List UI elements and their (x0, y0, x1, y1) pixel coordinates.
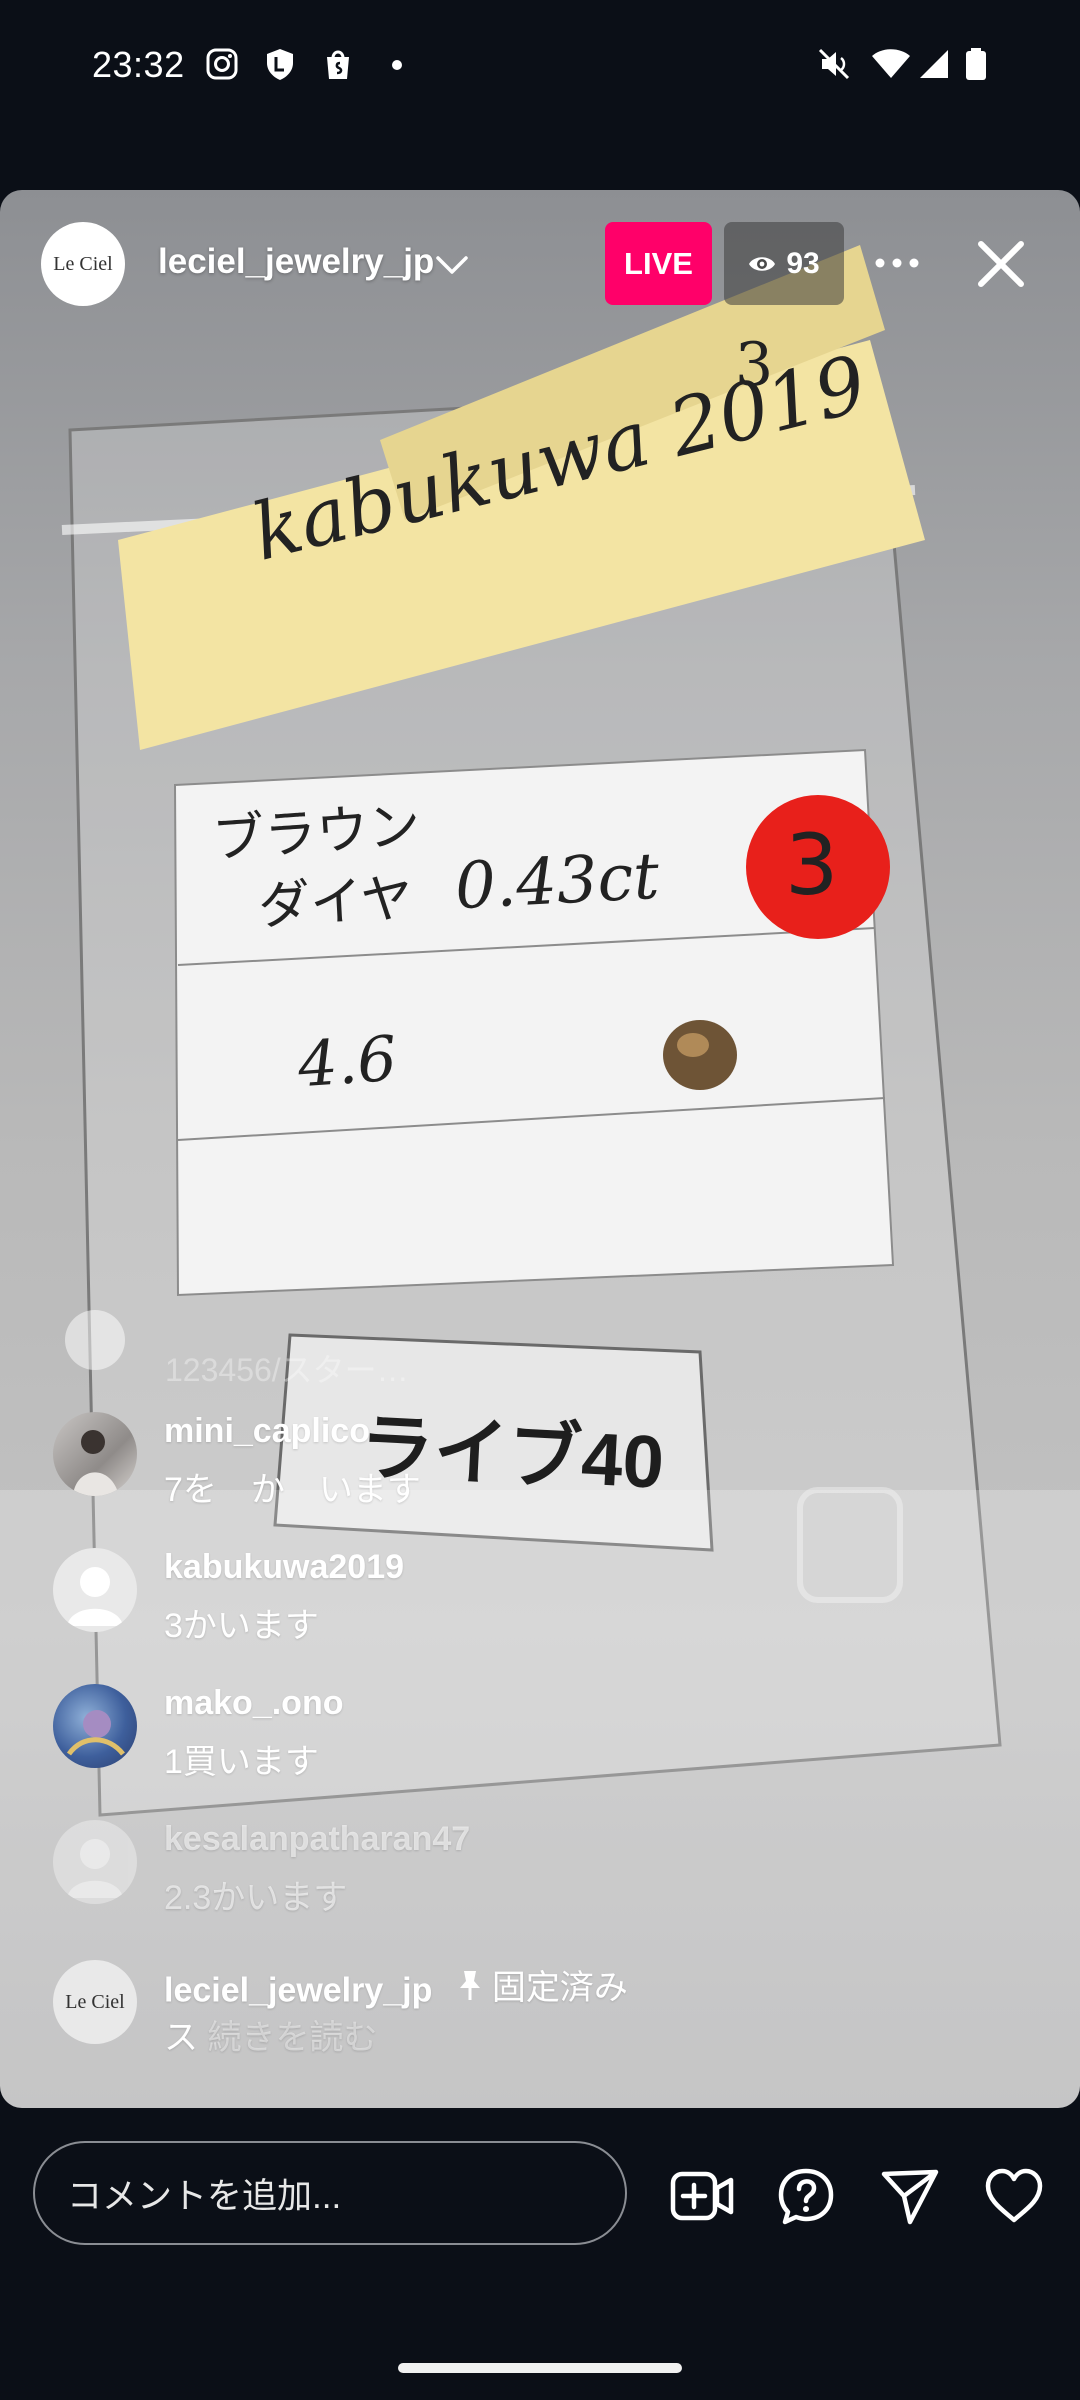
heart-icon[interactable] (984, 2166, 1044, 2226)
card-line-2: ダイヤ (256, 869, 415, 936)
default-avatar[interactable] (53, 1820, 137, 1904)
pinned-label-text: 固定済み (491, 1969, 628, 2007)
home-indicator[interactable] (398, 2363, 682, 2373)
host-logo-text: Le Ciel (53, 252, 113, 275)
comment-input-placeholder: コメントを追加... (67, 2176, 342, 2216)
default-avatar[interactable] (53, 1548, 137, 1632)
peeking-comment: 123456/スター… (165, 1352, 409, 1388)
viewer-count-badge[interactable]: 93 (724, 222, 844, 305)
comment-item[interactable]: kabukuwa2019 3かいます (53, 1548, 953, 1658)
comment-username[interactable]: kesalanpatharan47 (164, 1820, 470, 1859)
logo-avatar[interactable]: Le Ciel (53, 1960, 137, 2044)
photo-avatar[interactable] (53, 1684, 137, 1768)
shopping-bag-icon (327, 50, 349, 79)
pin-icon (459, 1970, 480, 2000)
shield-icon (267, 49, 293, 80)
comment-item[interactable]: mako_.ono 1買います (53, 1684, 953, 1794)
live-badge: LIVE (605, 222, 712, 305)
chevron-down-icon[interactable] (434, 250, 470, 280)
comment-item[interactable]: kesalanpatharan47 2.3かいます (53, 1820, 953, 1930)
comment-text: 3かいます (164, 1607, 319, 1645)
add-video-icon[interactable] (670, 2166, 734, 2226)
pinned-label: 固定済み (456, 1960, 628, 2009)
comment-username-text[interactable]: leciel_jewelry_jp (164, 1972, 432, 2010)
signal-icon (920, 50, 948, 78)
comment-text-body: ス (164, 2019, 198, 2057)
status-time: 23:32 (92, 44, 185, 85)
host-name[interactable]: leciel_jewelry_jp (158, 242, 434, 282)
host-logo-text: Le Ciel (65, 1990, 125, 2013)
comment-input[interactable]: コメントを追加... (33, 2141, 627, 2245)
notification-dot (392, 60, 402, 70)
comment-text: 7を か います (164, 1471, 421, 1509)
comment-text: ス 続きを読む (164, 2010, 377, 2059)
status-bar: 23:32 (0, 0, 1080, 135)
red-sticker-number: 3 (785, 816, 839, 914)
comment-text: 2.3かいます (164, 1879, 348, 1917)
close-icon[interactable] (975, 238, 1027, 290)
question-icon[interactable] (776, 2166, 836, 2226)
read-more-link[interactable]: 続きを読む (207, 2019, 377, 2057)
send-icon[interactable] (880, 2166, 940, 2226)
card-number: 4.6 (295, 1021, 400, 1102)
comment-username: leciel_jewelry_jp 固定済み (164, 1960, 628, 2011)
battery-icon (966, 48, 986, 80)
more-options-icon[interactable] (872, 245, 922, 281)
viewer-count: 93 (786, 246, 820, 280)
card-carat: 0.43ct (453, 839, 661, 925)
wifi-icon (872, 49, 910, 78)
instagram-icon (206, 48, 238, 80)
comment-username[interactable]: mini_caplico (164, 1412, 370, 1451)
comment-username[interactable]: mako_.ono (164, 1684, 343, 1723)
photo-avatar[interactable] (53, 1412, 137, 1496)
eye-icon (749, 256, 776, 271)
comment-username[interactable]: kabukuwa2019 (164, 1548, 404, 1587)
comment-item[interactable]: mini_caplico 7を か います (53, 1412, 953, 1522)
pinned-comment[interactable]: Le Ciel leciel_jewelry_jp 固定済み ス 続きを読む (53, 1960, 953, 2070)
host-avatar[interactable]: Le Ciel (41, 222, 125, 306)
mute-icon (818, 48, 850, 80)
comment-text: 1買います (164, 1743, 319, 1781)
